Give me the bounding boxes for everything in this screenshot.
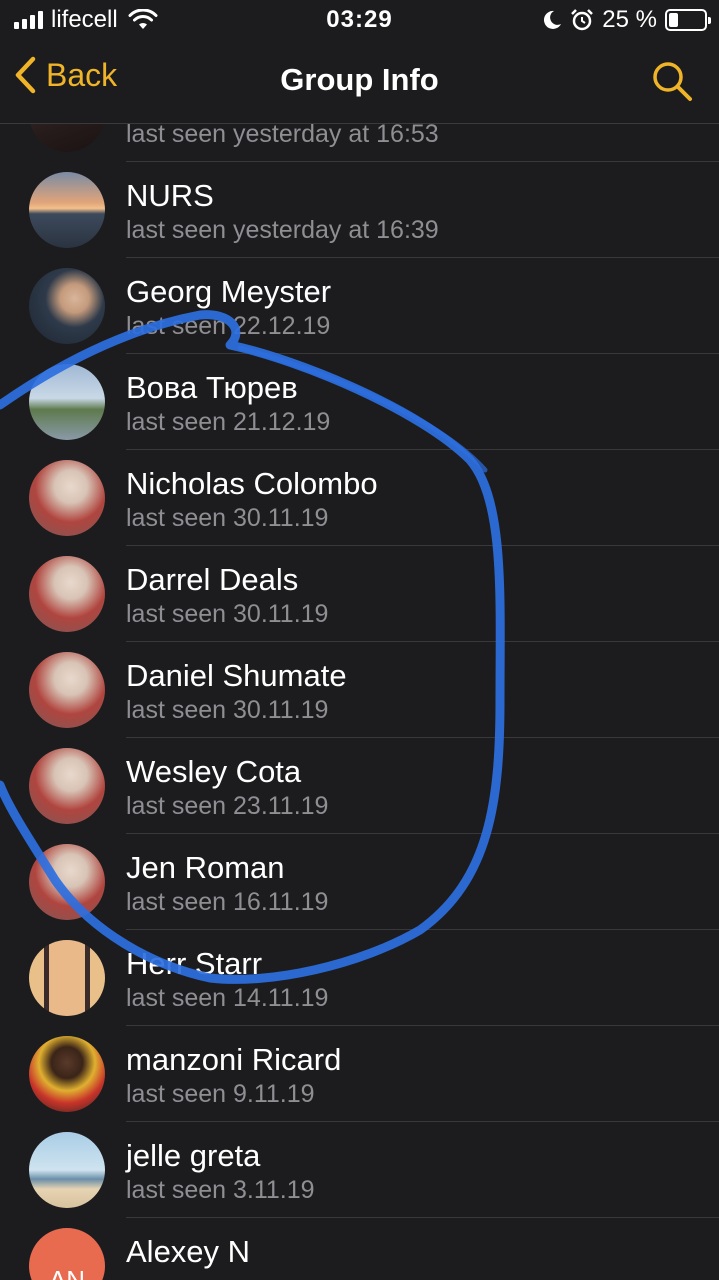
member-avatar: [29, 268, 105, 344]
member-row[interactable]: NURS last seen yesterday at 16:39: [0, 162, 719, 258]
member-avatar: [29, 1132, 105, 1208]
member-row[interactable]: last seen yesterday at 16:53: [0, 124, 719, 162]
battery-icon: [665, 9, 711, 31]
member-avatar: [29, 124, 105, 152]
member-name: Georg Meyster: [126, 274, 332, 309]
member-avatar: [29, 1036, 105, 1112]
avatar-initials: AN: [29, 1228, 105, 1280]
member-status: last seen 30.11.19: [126, 696, 329, 724]
battery-level: [669, 13, 678, 27]
member-status: last seen 21.12.19: [126, 408, 331, 436]
member-avatar: AN: [29, 1228, 105, 1280]
member-name: Wesley Cota: [126, 754, 302, 789]
member-avatar: [29, 844, 105, 920]
member-row[interactable]: jelle greta last seen 3.11.19: [0, 1122, 719, 1218]
member-status: last seen 30.11.19: [126, 600, 329, 628]
member-avatar: [29, 460, 105, 536]
member-name: Jen Roman: [126, 850, 285, 885]
member-row[interactable]: manzoni Ricard last seen 9.11.19: [0, 1026, 719, 1122]
member-row[interactable]: Herr Starr last seen 14.11.19: [0, 930, 719, 1026]
member-name: Darrel Deals: [126, 562, 299, 597]
member-avatar: [29, 364, 105, 440]
member-avatar: [29, 652, 105, 728]
member-name: Nicholas Colombo: [126, 466, 378, 501]
member-avatar: [29, 172, 105, 248]
member-row[interactable]: Daniel Shumate last seen 30.11.19: [0, 642, 719, 738]
member-name: NURS: [126, 178, 214, 213]
search-button[interactable]: [651, 60, 693, 107]
member-row[interactable]: Nicholas Colombo last seen 30.11.19: [0, 450, 719, 546]
member-status: last seen 30.11.19: [126, 504, 329, 532]
member-status: last seen 3.11.19: [126, 1176, 315, 1204]
member-row[interactable]: Darrel Deals last seen 30.11.19: [0, 546, 719, 642]
member-avatar: [29, 940, 105, 1016]
navigation-bar: Back Group Info: [0, 40, 719, 124]
member-name: Alexey N: [126, 1234, 251, 1269]
member-name: jelle greta: [126, 1138, 261, 1173]
member-status: last seen 23.11.19: [126, 792, 329, 820]
battery-percent: 25 %: [602, 6, 657, 33]
member-row[interactable]: Вова Тюрев last seen 21.12.19: [0, 354, 719, 450]
member-row[interactable]: Georg Meyster last seen 22.12.19: [0, 258, 719, 354]
member-avatar: [29, 556, 105, 632]
member-status: last seen 14.11.19: [126, 984, 329, 1012]
member-row[interactable]: Jen Roman last seen 16.11.19: [0, 834, 719, 930]
member-status: last seen yesterday at 16:39: [126, 216, 439, 244]
member-avatar: [29, 748, 105, 824]
page-title: Group Info: [280, 62, 439, 97]
member-name: Вова Тюрев: [126, 370, 298, 405]
alarm-icon: [571, 9, 594, 31]
screen: lifecell 03:29 25 % Back Group Info last…: [0, 0, 719, 1280]
member-status: last seen 9.11.19: [126, 1080, 315, 1108]
member-list: last seen yesterday at 16:53 NURS last s…: [0, 124, 719, 1280]
member-status: last seen yesterday at 16:53: [126, 124, 439, 148]
status-bar: lifecell 03:29 25 %: [0, 0, 719, 40]
member-name: Herr Starr: [126, 946, 263, 981]
member-row[interactable]: Wesley Cota last seen 23.11.19: [0, 738, 719, 834]
member-status: last seen 16.11.19: [126, 888, 329, 916]
member-status: last seen 22.12.19: [126, 312, 331, 340]
member-row[interactable]: AN Alexey N: [0, 1218, 719, 1280]
member-name: manzoni Ricard: [126, 1042, 342, 1077]
status-right: 25 %: [542, 6, 711, 34]
search-icon: [653, 62, 692, 101]
moon-icon: [544, 10, 562, 29]
member-name: Daniel Shumate: [126, 658, 347, 693]
